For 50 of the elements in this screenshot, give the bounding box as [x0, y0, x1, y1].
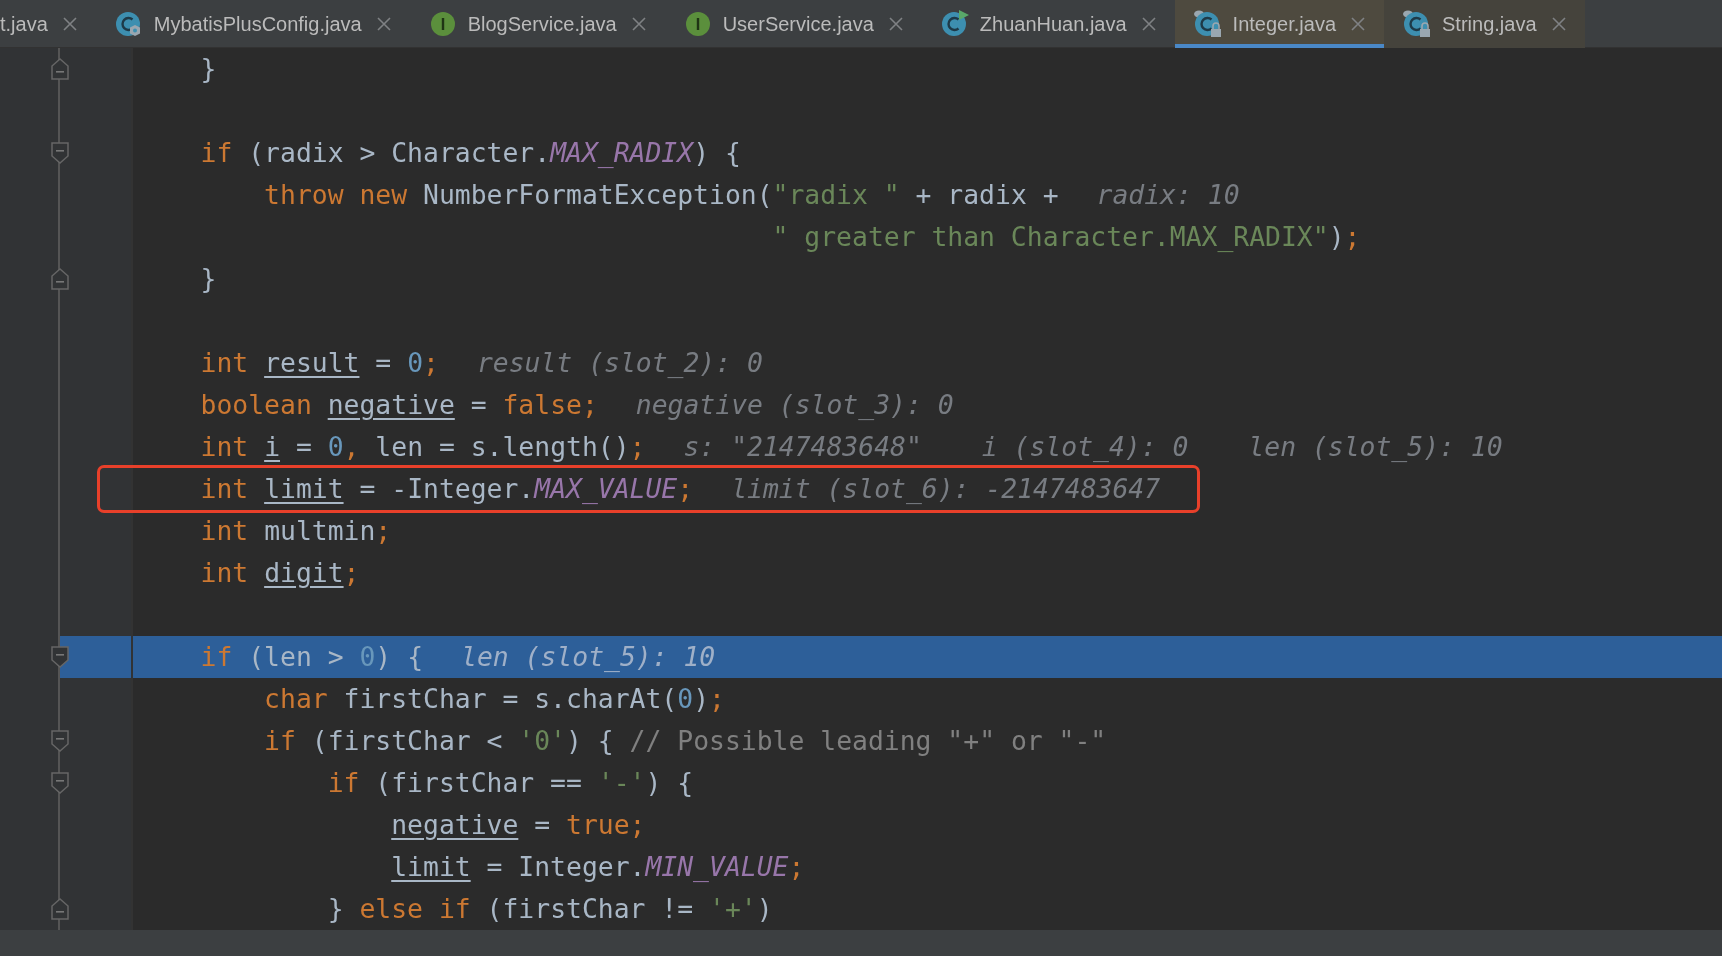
code-line: } else if (firstChar != '+') [326, 892, 773, 926]
code-line: int result = 0; [199, 346, 439, 380]
code-line: " greater than Character.MAX_RADIX"); [771, 220, 1361, 254]
editor-tab[interactable]: MybatisPlusConfig.java [95, 0, 410, 48]
close-icon[interactable] [1350, 16, 1367, 32]
code-line: int i = 0, len = s.length(); [199, 430, 646, 464]
class-run-icon [939, 9, 970, 39]
code-line: if (firstChar == '-') { [326, 766, 694, 800]
code-line: } [199, 52, 217, 86]
editor-tab[interactable]: ZhuanHuan.java [921, 0, 1175, 48]
editor-tab[interactable]: BlogService.java [409, 0, 665, 48]
code-line: int digit; [199, 556, 360, 590]
collapse-icon[interactable] [50, 58, 70, 80]
code-line: limit = Integer.MIN_VALUE; [390, 850, 805, 884]
collapse-icon[interactable] [50, 898, 70, 920]
collapse-icon[interactable] [50, 730, 70, 752]
debug-value: radix: 10 [1096, 178, 1240, 212]
debug-value: i (slot_4): 0 [981, 430, 1189, 464]
editor-tab[interactable]: Integer.java [1174, 0, 1385, 48]
close-icon[interactable] [1140, 16, 1157, 32]
code-line: if (firstChar < '0') { // Possible leading "+" or "-" [263, 724, 1107, 758]
debug-value: result (slot_2): 0 [476, 346, 763, 380]
debug-value: len (slot_5): 10 [1248, 430, 1503, 464]
debug-value: limit (slot_6): -2147483647 [731, 472, 1161, 506]
debug-value: len (slot_5): 10 [461, 640, 716, 674]
collapse-icon[interactable] [50, 268, 70, 290]
close-icon[interactable] [630, 16, 647, 32]
editor-tab[interactable]: t.java [0, 0, 96, 48]
class-lock-icon [1402, 9, 1433, 39]
collapse-icon[interactable] [50, 772, 70, 794]
editor-tab[interactable]: String.java [1384, 0, 1585, 48]
close-icon[interactable] [61, 16, 78, 32]
close-icon[interactable] [887, 16, 904, 32]
class-lock-icon [1192, 9, 1223, 39]
code-line: if (len > 0) { [199, 640, 424, 674]
debug-value: negative (slot_3): 0 [635, 388, 954, 422]
code-line: int limit = -Integer.MAX_VALUE; [199, 472, 694, 506]
collapse-icon[interactable] [50, 142, 70, 164]
code-line: throw new NumberFormatException("radix " + radix + [263, 178, 1059, 212]
code-line: negative = true; [390, 808, 646, 842]
close-icon[interactable] [375, 16, 392, 32]
editor-tab[interactable]: UserService.java [664, 0, 922, 48]
code-line: } [199, 262, 217, 296]
debug-value: s: "2147483648" [683, 430, 922, 464]
close-icon[interactable] [1550, 16, 1567, 32]
collapse-icon[interactable] [50, 646, 70, 668]
code-line: if (radix > Character.MAX_RADIX) { [199, 136, 741, 170]
code-line: boolean negative = false; [199, 388, 598, 422]
code-line: char firstChar = s.charAt(0); [263, 682, 725, 716]
code-line: int multmin; [199, 514, 392, 548]
